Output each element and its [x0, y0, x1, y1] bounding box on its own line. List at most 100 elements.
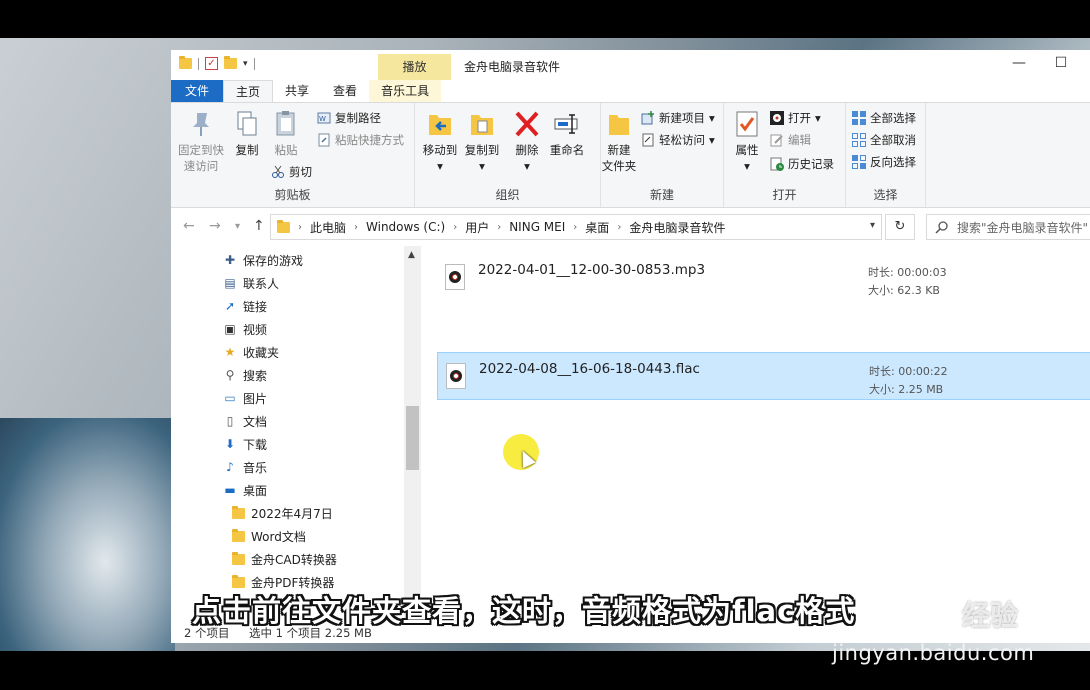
- copy-path-label: 复制路径: [335, 111, 381, 125]
- nav-item-folder-cad[interactable]: 金舟CAD转换器: [232, 548, 337, 570]
- refresh-button[interactable]: ↻: [885, 214, 915, 240]
- breadcrumb-separator[interactable]: ›: [451, 222, 459, 233]
- ribbon-tabs: 文件 主页 共享 查看 音乐工具: [171, 80, 1090, 102]
- desktop-icon: ▬: [224, 483, 236, 497]
- new-folder-button[interactable]: 新建 文件夹: [599, 109, 639, 174]
- scroll-thumb[interactable]: [406, 406, 419, 470]
- breadcrumb-c-drive[interactable]: Windows (C:): [360, 220, 451, 234]
- nav-item-downloads[interactable]: ⬇ 下载: [223, 433, 267, 455]
- invert-selection-icon: [852, 155, 866, 169]
- select-all-button[interactable]: 全部选择: [852, 109, 916, 127]
- paste-button[interactable]: 粘贴: [269, 109, 303, 158]
- easy-access-label: 轻松访问: [659, 133, 705, 147]
- select-group-label: 选择: [873, 188, 898, 202]
- qat-dropdown-icon[interactable]: ▾: [243, 59, 248, 69]
- delete-x-icon: [515, 111, 539, 137]
- breadcrumb-separator[interactable]: ›: [571, 222, 579, 233]
- copy-to-button[interactable]: 复制到 ▾: [461, 109, 503, 174]
- select-all-label: 全部选择: [870, 111, 916, 125]
- nav-item-videos[interactable]: ▣ 视频: [223, 318, 267, 340]
- breadcrumb-separator[interactable]: ›: [352, 222, 360, 233]
- invert-selection-button[interactable]: 反向选择: [852, 153, 916, 171]
- edit-button[interactable]: 编辑: [770, 131, 811, 149]
- breadcrumb-user[interactable]: NING MEI: [503, 220, 571, 234]
- nav-item-favorites[interactable]: ★ 收藏夹: [223, 341, 279, 363]
- breadcrumb-desktop[interactable]: 桌面: [579, 219, 615, 236]
- rename-label: 重命名: [549, 143, 585, 157]
- nav-label: 音乐: [243, 460, 268, 475]
- history-button[interactable]: 历史记录: [770, 155, 834, 173]
- breadcrumb-users[interactable]: 用户: [459, 219, 495, 236]
- back-arrow-icon[interactable]: ←: [183, 218, 195, 234]
- nav-label: 保存的游戏: [243, 253, 304, 268]
- copy-path-button[interactable]: W 复制路径: [317, 109, 381, 127]
- context-tab-play[interactable]: 播放: [378, 54, 451, 80]
- nav-item-pictures[interactable]: ▭ 图片: [223, 387, 267, 409]
- address-bar[interactable]: › 此电脑 › Windows (C:) › 用户 › NING MEI › 桌…: [270, 214, 882, 240]
- new-group-label: 新建: [649, 188, 674, 202]
- copy-to-dropdown-icon: ▾: [479, 159, 485, 173]
- new-folder-icon[interactable]: [224, 56, 237, 69]
- nav-item-music[interactable]: ♪ 音乐: [223, 456, 267, 478]
- copy-button[interactable]: 复制: [229, 109, 265, 158]
- forward-arrow-icon[interactable]: →: [209, 218, 221, 234]
- quick-access-toolbar: ✓ ▾: [179, 56, 255, 70]
- minimize-button[interactable]: —: [1009, 55, 1029, 71]
- breadcrumb-separator[interactable]: ›: [615, 222, 623, 233]
- up-arrow-icon[interactable]: ↑: [253, 218, 265, 234]
- nav-item-links[interactable]: ➚ 链接: [223, 295, 267, 317]
- breadcrumb-this-pc[interactable]: 此电脑: [304, 219, 352, 236]
- nav-item-folder-word[interactable]: Word文档: [232, 525, 306, 547]
- nav-item-folder-2022-04-07[interactable]: 2022年4月7日: [232, 502, 333, 524]
- search-input[interactable]: 搜索"金舟电脑录音软件": [926, 214, 1090, 240]
- cut-button[interactable]: 剪切: [271, 163, 312, 181]
- ribbon: 固定到快 速访问 复制 粘贴 W 复制路径 粘贴快捷方式 剪切 剪贴板 移动到 …: [171, 102, 1090, 208]
- new-item-icon: [641, 111, 654, 125]
- address-dropdown-icon[interactable]: ▾: [870, 220, 875, 231]
- history-icon: [770, 157, 784, 171]
- rename-button[interactable]: 重命名: [547, 109, 587, 158]
- nav-label: 2022年4月7日: [251, 506, 333, 521]
- new-item-button[interactable]: 新建项目 ▾: [641, 109, 715, 127]
- new-folder-label-2: 文件夹: [601, 159, 637, 173]
- paste-shortcut-label: 粘贴快捷方式: [335, 133, 404, 147]
- nav-item-saved-games[interactable]: ✚ 保存的游戏: [223, 249, 303, 271]
- nav-item-desktop[interactable]: ▬ 桌面: [223, 479, 267, 501]
- paste-shortcut-button[interactable]: 粘贴快捷方式: [317, 131, 404, 149]
- select-none-icon: [852, 133, 866, 147]
- tab-share[interactable]: 共享: [273, 80, 321, 102]
- breadcrumb-current-folder[interactable]: 金舟电脑录音软件: [623, 219, 731, 236]
- tab-file[interactable]: 文件: [171, 80, 224, 102]
- breadcrumb-separator[interactable]: ›: [296, 222, 304, 233]
- tab-home[interactable]: 主页: [223, 80, 274, 102]
- nav-scrollbar[interactable]: ▲: [404, 246, 421, 620]
- tab-music-tools[interactable]: 音乐工具: [369, 80, 442, 102]
- recent-locations-icon[interactable]: ▾: [235, 221, 240, 232]
- delete-button[interactable]: 删除 ▾: [511, 109, 543, 174]
- scroll-up-arrow-icon[interactable]: ▲: [408, 250, 415, 260]
- select-none-button[interactable]: 全部取消: [852, 131, 916, 149]
- nav-item-documents[interactable]: ▯ 文档: [223, 410, 267, 432]
- open-button[interactable]: 打开 ▾: [770, 109, 821, 127]
- pictures-icon: ▭: [224, 391, 236, 405]
- watermark-url: jingyan.baidu.com: [832, 641, 1035, 665]
- move-to-button[interactable]: 移动到 ▾: [419, 109, 461, 174]
- pin-quick-access-button[interactable]: 固定到快 速访问: [177, 109, 225, 174]
- easy-access-button[interactable]: 轻松访问 ▾: [641, 131, 715, 149]
- folder-icon[interactable]: [179, 56, 192, 69]
- list-item[interactable]: 2022-04-01__12-00-30-0853.mp3 时长: 00:00:…: [437, 254, 1090, 302]
- folder-icon: [232, 505, 245, 519]
- properties-button[interactable]: 属性 ▾: [730, 109, 764, 174]
- open-dropdown-icon: ▾: [815, 111, 821, 125]
- properties-check-icon[interactable]: ✓: [205, 57, 218, 70]
- paste-label: 粘贴: [274, 143, 298, 157]
- copy-to-label: 复制到: [464, 143, 500, 157]
- maximize-button[interactable]: ☐: [1051, 55, 1071, 71]
- pin-label-2: 速访问: [183, 159, 219, 173]
- nav-item-contacts[interactable]: ▤ 联系人: [223, 272, 279, 294]
- breadcrumb-separator[interactable]: ›: [495, 222, 503, 233]
- audio-file-icon: [446, 363, 466, 389]
- tab-view[interactable]: 查看: [321, 80, 369, 102]
- list-item-selected[interactable]: 2022-04-08__16-06-18-0443.flac 时长: 00:00…: [437, 352, 1090, 400]
- nav-item-searches[interactable]: ⚲ 搜索: [223, 364, 267, 386]
